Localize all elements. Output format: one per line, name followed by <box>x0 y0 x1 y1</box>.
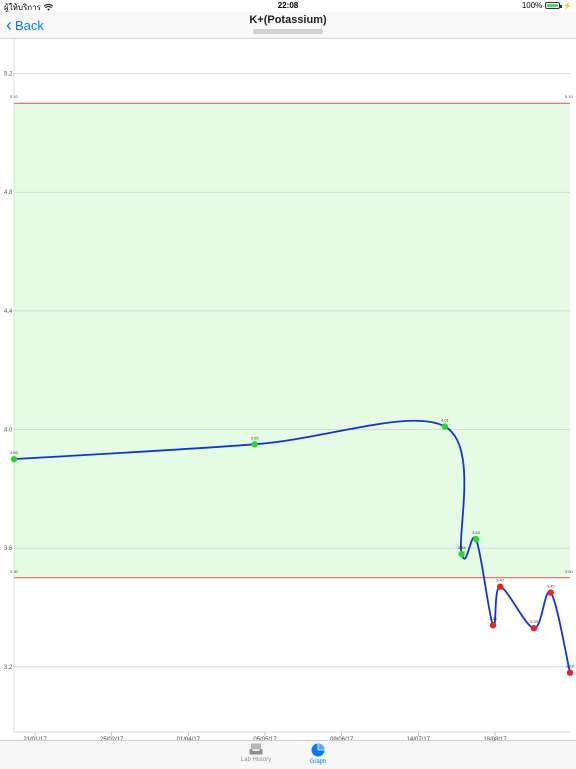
tab-label: Graph <box>309 759 327 765</box>
lower-limit-label: 3.50 <box>565 569 574 574</box>
navigation-bar: ‹ Back K+(Potassium) <box>0 12 576 39</box>
tab-label: Lab History <box>240 757 272 763</box>
data-point <box>472 536 480 543</box>
tab-lab-history[interactable]: Lab History <box>226 743 286 763</box>
data-point <box>566 669 574 676</box>
data-label: 3.63 <box>472 530 481 535</box>
data-label: 3.45 <box>547 584 556 589</box>
data-point <box>251 441 258 448</box>
battery-icon <box>545 2 563 9</box>
y-tick-label: 4.4 <box>4 309 13 315</box>
y-tick-label: 3.6 <box>4 546 13 552</box>
data-point <box>441 423 449 430</box>
data-point <box>547 589 554 596</box>
normal-range-band <box>14 103 570 578</box>
data-point <box>530 624 538 632</box>
y-tick-label: 3.2 <box>4 665 13 671</box>
data-label: 3.47 <box>496 578 505 583</box>
data-point <box>458 550 465 558</box>
y-tick-label: 5.2 <box>4 72 13 78</box>
inbox-icon <box>249 743 263 755</box>
tab-graph[interactable]: Graph <box>288 743 348 765</box>
charging-icon: ⚡ <box>563 2 572 10</box>
status-bar: ผู้ให้บริการ 22:08 100% ⚡ <box>0 0 576 12</box>
data-label: 3.58 <box>458 545 467 550</box>
battery-percent: 100% <box>521 1 543 10</box>
tab-bar: Lab History Graph <box>0 740 576 769</box>
data-label: 3.33 <box>530 619 539 624</box>
data-label: 3.34 <box>489 616 498 621</box>
data-label: 3.90 <box>10 450 19 455</box>
page-title: K+(Potassium) <box>249 14 327 26</box>
status-time: 22:08 <box>277 1 299 10</box>
data-point <box>10 455 18 463</box>
data-label: 4.01 <box>441 418 450 423</box>
patient-id-redacted <box>253 29 323 34</box>
data-label: 3.95 <box>251 435 260 440</box>
status-right: 100% ⚡ <box>522 1 572 10</box>
data-label: 3.18 <box>566 664 575 669</box>
y-tick-label: 4.8 <box>4 190 13 196</box>
data-point <box>489 622 497 629</box>
lab-result-chart: 5.105.103.503.50 3.23.64.04.44.85.221/01… <box>4 38 575 740</box>
y-tick-label: 4.0 <box>4 427 13 433</box>
upper-limit-label: 5.10 <box>565 94 574 99</box>
pie-chart-icon <box>311 743 325 757</box>
data-point <box>496 583 504 590</box>
